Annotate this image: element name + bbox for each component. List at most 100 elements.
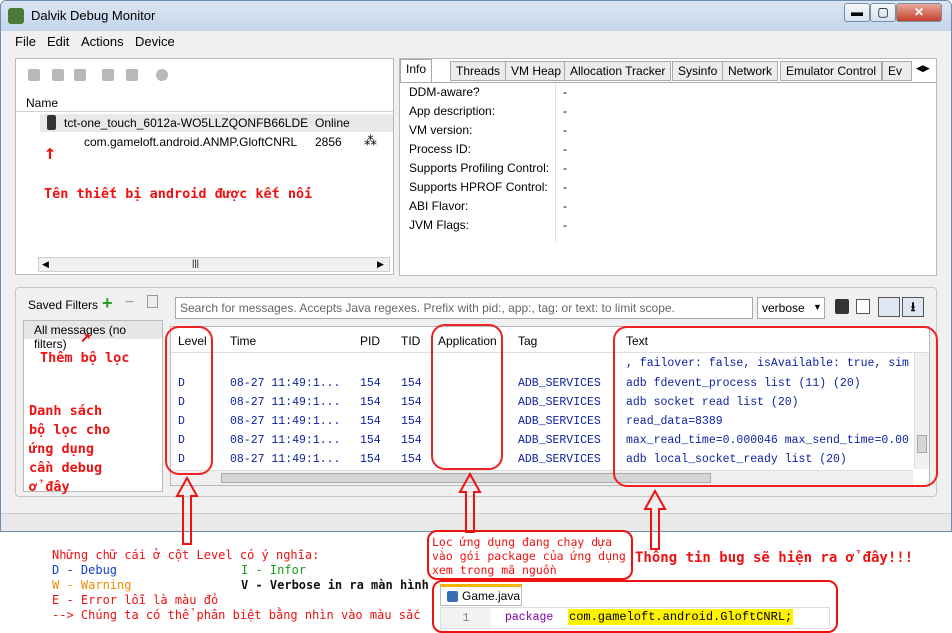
- col-time[interactable]: Time: [230, 334, 256, 348]
- info-value-process-id: -: [563, 142, 567, 156]
- code-keyword: package: [505, 611, 554, 624]
- col-tag[interactable]: Tag: [518, 334, 537, 348]
- tab-info[interactable]: Info: [400, 59, 433, 82]
- edit-filter-icon[interactable]: [147, 295, 158, 308]
- process-pid: 2856: [315, 135, 342, 149]
- tab-sysinfo[interactable]: Sysinfo: [672, 61, 724, 81]
- window-title: Dalvik Debug Monitor: [31, 8, 156, 23]
- tab-vm-heap[interactable]: VM Heap: [505, 61, 568, 81]
- tab-emulator-control[interactable]: Emulator Control: [780, 61, 883, 81]
- tab-network[interactable]: Network: [722, 61, 779, 81]
- filter-list-line: ở đây: [29, 479, 70, 495]
- code-file-name: Game.java: [462, 589, 521, 603]
- process-row[interactable]: com.gameloft.android.ANMP.GloftCNRL 2856…: [40, 133, 393, 151]
- info-value-jvm-flags: -: [563, 218, 567, 232]
- update-heap-icon[interactable]: [52, 69, 64, 81]
- menu-edit[interactable]: Edit: [47, 34, 69, 49]
- stop-process-icon[interactable]: [156, 69, 168, 81]
- update-threads-icon[interactable]: [102, 69, 114, 81]
- log-tid: 154: [401, 415, 422, 428]
- log-pid: 154: [360, 415, 381, 428]
- log-pid: 154: [360, 396, 381, 409]
- tab-divider: [400, 82, 936, 83]
- log-tag: ADB_SERVICES: [518, 453, 601, 466]
- level-legend-warning: W - Warning: [52, 578, 132, 592]
- filter-all-messages[interactable]: All messages (no filters): [24, 321, 162, 351]
- menu-file[interactable]: File: [15, 34, 36, 49]
- log-tag: ADB_SERVICES: [518, 415, 601, 428]
- level-up-arrow-icon: [175, 476, 199, 545]
- saved-filters-label: Saved Filters: [28, 298, 99, 312]
- filter-list-annotation: Danh sách bộ lọc cho ứng dụng cần debug …: [29, 402, 110, 497]
- devices-name-header: Name: [26, 96, 59, 110]
- maximize-button[interactable]: ▢: [870, 3, 896, 22]
- log-tid: 154: [401, 377, 422, 390]
- filter-list-line: bộ lọc cho: [29, 422, 111, 438]
- bug-info-annotation: Thông tin bug sẽ hiện ra ở đây!!!: [635, 550, 914, 566]
- clear-log-icon[interactable]: [856, 299, 870, 314]
- log-tid: 154: [401, 453, 422, 466]
- level-legend-note: --> Chúng ta có thể phân biệt bằng nhìn …: [52, 608, 421, 622]
- info-value-app-description: -: [563, 104, 567, 118]
- title-bar: Dalvik Debug Monitor ▬ ▢ ✕: [1, 1, 951, 31]
- header-divider: [16, 111, 393, 112]
- text-up-arrow-icon: [643, 489, 667, 550]
- info-value-hprof: -: [563, 180, 567, 194]
- app-up-arrow-icon: [458, 472, 482, 533]
- app-icon: [8, 8, 24, 24]
- info-label-app-description: App description:: [409, 104, 496, 118]
- app-annotation-line: xem trong mã nguồn: [432, 563, 557, 577]
- app-annotation: Lọc ứng dụng đang chạy dựa vào gói packa…: [432, 535, 626, 577]
- log-time: 08-27 11:49:1...: [230, 396, 341, 409]
- log-level-select[interactable]: verbose ▼: [757, 297, 825, 319]
- phone-icon: [47, 115, 56, 130]
- java-file-icon: [447, 591, 458, 602]
- col-pid[interactable]: PID: [360, 334, 380, 348]
- log-pid: 154: [360, 434, 381, 447]
- col-tid[interactable]: TID: [401, 334, 420, 348]
- scroll-lock-icon[interactable]: ⭳: [902, 297, 924, 317]
- log-level-value: verbose: [762, 301, 805, 315]
- filter-list-line: Danh sách: [29, 403, 103, 419]
- app-annotation-line: vào gói package của ứng dụng: [432, 549, 626, 563]
- device-annotation: Tên thiết bị android được kết nối: [44, 186, 313, 202]
- info-label-jvm-flags: JVM Flags:: [409, 218, 470, 232]
- process-name: com.gameloft.android.ANMP.GloftCNRL: [84, 135, 298, 149]
- device-name: tct-one_touch_6012a-WO5LLZQONFB66LDE: [64, 116, 309, 130]
- dump-hprof-icon[interactable]: [74, 69, 86, 81]
- scroll-left-icon[interactable]: ◀: [42, 259, 49, 270]
- info-label-vm-version: VM version:: [409, 123, 473, 137]
- filter-list-line: cần debug: [29, 460, 103, 476]
- code-file-tab[interactable]: Game.java: [440, 584, 522, 606]
- tab-event-log[interactable]: Ev: [882, 61, 912, 81]
- device-row[interactable]: tct-one_touch_6012a-WO5LLZQONFB66LDE Onl…: [40, 114, 393, 132]
- search-input[interactable]: Search for messages. Accepts Java regexe…: [175, 297, 753, 319]
- add-filter-annotation: Thêm bộ lọc: [40, 350, 130, 366]
- app-annotation-line: Lọc ứng dụng đang chạy dựa: [432, 535, 613, 549]
- level-column-highlight: [165, 326, 213, 475]
- tab-allocation-tracker[interactable]: Allocation Tracker: [564, 61, 672, 81]
- tab-threads[interactable]: Threads: [450, 61, 507, 81]
- toggle-columns-icon[interactable]: [878, 297, 900, 317]
- text-column-highlight: [613, 326, 938, 487]
- info-column-divider: [555, 83, 556, 243]
- scroll-grip-icon[interactable]: |||: [192, 258, 199, 268]
- info-value-abi: -: [563, 199, 567, 213]
- menu-device[interactable]: Device: [135, 34, 175, 49]
- menu-actions[interactable]: Actions: [81, 34, 124, 49]
- minimize-button[interactable]: ▬: [844, 3, 870, 22]
- devices-panel: Name tct-one_touch_6012a-WO5LLZQONFB66LD…: [15, 58, 394, 275]
- log-tag: ADB_SERVICES: [518, 396, 601, 409]
- debug-process-icon[interactable]: [28, 69, 40, 81]
- close-button[interactable]: ✕: [896, 3, 942, 22]
- tab-scroll-icon[interactable]: ◀▶: [916, 63, 930, 74]
- devices-horizontal-scrollbar[interactable]: ◀ ||| ▶: [38, 257, 390, 272]
- debug-bug-icon: ⁂: [364, 133, 377, 148]
- add-filter-icon[interactable]: +: [102, 293, 113, 314]
- method-profiling-icon[interactable]: [126, 69, 138, 81]
- scroll-right-icon[interactable]: ▶: [377, 259, 384, 270]
- log-tag: ADB_SERVICES: [518, 434, 601, 447]
- info-label-profiling: Supports Profiling Control:: [409, 161, 550, 175]
- remove-filter-icon[interactable]: −: [125, 294, 134, 312]
- save-log-icon[interactable]: [835, 299, 849, 314]
